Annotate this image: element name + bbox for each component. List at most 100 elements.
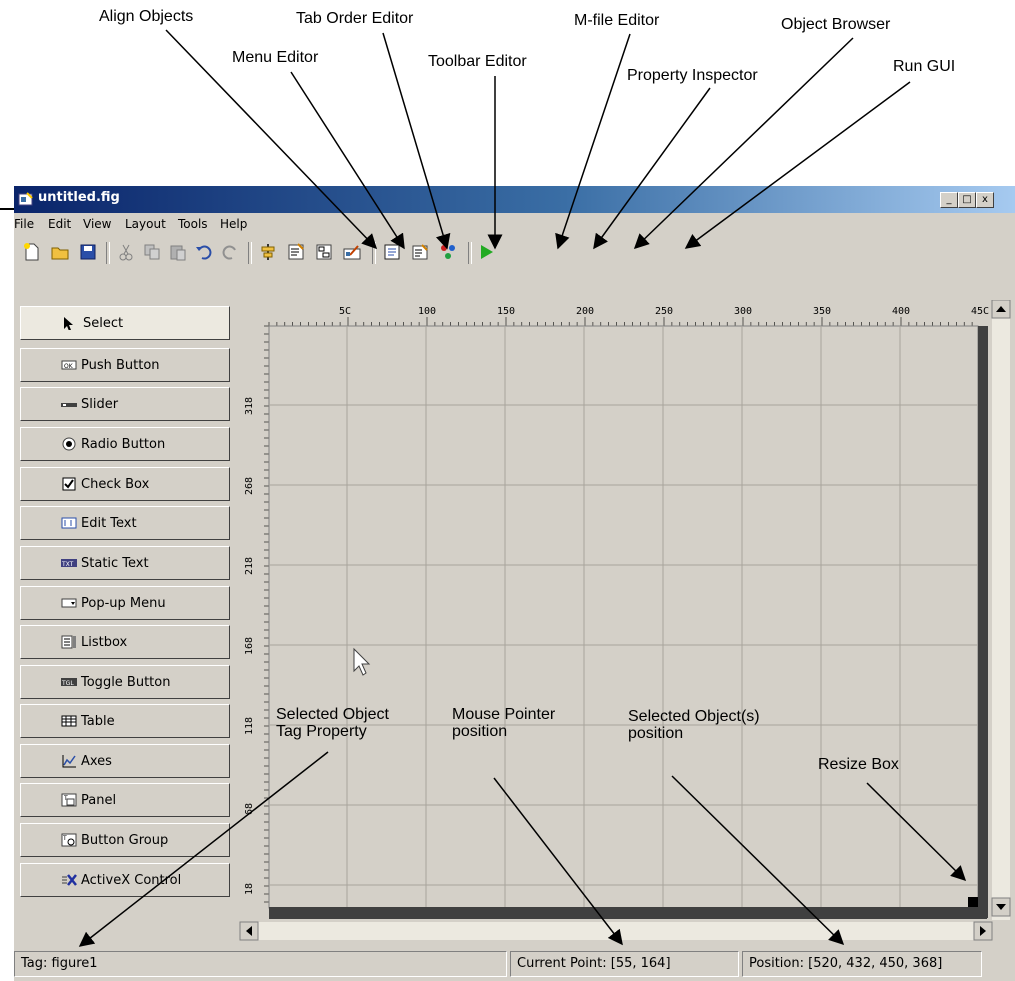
property-inspector-icon[interactable] bbox=[410, 242, 430, 262]
title-bar[interactable]: untitled.fig _ □ x bbox=[14, 186, 1015, 213]
palette-panel-button[interactable]: T Panel bbox=[20, 783, 230, 817]
palette-label: Edit Text bbox=[81, 516, 137, 531]
menu-edit[interactable]: Edit bbox=[48, 217, 71, 231]
svg-text:T: T bbox=[62, 835, 67, 842]
align-objects-icon[interactable] bbox=[258, 242, 278, 262]
palette-axes-button[interactable]: Axes bbox=[20, 744, 230, 778]
top-ruler-label: 5C bbox=[339, 306, 351, 317]
palette-pop-up-menu-button[interactable]: Pop-up Menu bbox=[20, 586, 230, 620]
cut-icon[interactable] bbox=[116, 242, 136, 262]
menu-bar: File Edit View Layout Tools Help bbox=[14, 213, 1015, 235]
menu-view[interactable]: View bbox=[83, 217, 111, 231]
palette-label: Panel bbox=[81, 793, 117, 808]
top-ruler-label: 100 bbox=[418, 306, 436, 317]
static-text-icon: TXT bbox=[61, 559, 77, 568]
toolbar bbox=[14, 236, 1015, 268]
menu-tools[interactable]: Tools bbox=[178, 217, 208, 231]
svg-text:TGL: TGL bbox=[61, 680, 74, 687]
horizontal-scrollbar[interactable] bbox=[240, 922, 992, 940]
palette-label: Slider bbox=[81, 397, 119, 412]
palette-label: Toggle Button bbox=[81, 675, 171, 690]
toggle-icon: TGL bbox=[61, 678, 77, 687]
canvas-bottom-border bbox=[269, 907, 987, 919]
callout-menu-editor: Menu Editor bbox=[232, 49, 319, 66]
new-file-icon[interactable] bbox=[22, 242, 42, 262]
panel-icon: T bbox=[61, 793, 77, 807]
save-icon[interactable] bbox=[78, 242, 98, 262]
ok-button-icon: OK bbox=[61, 360, 77, 370]
palette-toggle-button-button[interactable]: TGL Toggle Button bbox=[20, 665, 230, 699]
minimize-button[interactable]: _ bbox=[940, 192, 958, 208]
callout-line: Selected Object(s) bbox=[628, 708, 760, 725]
object-browser-icon[interactable] bbox=[438, 242, 458, 262]
palette-label: Select bbox=[83, 316, 124, 331]
status-position: Position: [520, 432, 450, 368] bbox=[749, 956, 943, 971]
redo-icon[interactable] bbox=[220, 242, 240, 262]
menu-file[interactable]: File bbox=[14, 217, 34, 231]
listbox-icon bbox=[61, 635, 76, 649]
menu-editor-icon[interactable] bbox=[286, 242, 306, 262]
palette-check-box-button[interactable]: Check Box bbox=[20, 467, 230, 501]
callout-line: position bbox=[452, 723, 508, 740]
copy-icon[interactable] bbox=[142, 242, 162, 262]
palette-activex-control-button[interactable]: ActiveX Control bbox=[20, 863, 230, 897]
button-group-icon: T bbox=[61, 833, 77, 847]
paste-icon[interactable] bbox=[168, 242, 188, 262]
toolbar-editor-icon[interactable] bbox=[342, 242, 362, 262]
vertical-scrollbar[interactable] bbox=[992, 300, 1010, 920]
palette-static-text-button[interactable]: TXT Static Text bbox=[20, 546, 230, 580]
palette-edit-text-button[interactable]: Edit Text bbox=[20, 506, 230, 540]
close-button[interactable]: x bbox=[976, 192, 994, 208]
palette-push-button-button[interactable]: OK Push Button bbox=[20, 348, 230, 382]
undo-icon[interactable] bbox=[194, 242, 214, 262]
palette-label: Listbox bbox=[81, 635, 128, 650]
layout-area: 5C 100 150 200 250 300 350 400 45C 318 268 218 168 1… bbox=[230, 300, 1015, 950]
callout-tab-order-editor: Tab Order Editor bbox=[296, 10, 414, 27]
palette-label: Push Button bbox=[81, 358, 160, 373]
svg-text:TXT: TXT bbox=[61, 561, 74, 568]
m-file-editor-icon[interactable] bbox=[382, 242, 402, 262]
callout-m-file-editor: M-file Editor bbox=[574, 12, 660, 29]
left-ruler-label: 318 bbox=[244, 397, 255, 415]
left-ruler-label: 118 bbox=[244, 717, 255, 735]
resize-box[interactable] bbox=[968, 897, 978, 907]
design-canvas[interactable] bbox=[268, 325, 979, 909]
maximize-button[interactable]: □ bbox=[958, 192, 976, 208]
callout-mouse-pointer-position: Mouse Pointer position bbox=[452, 706, 555, 740]
callout-selected-objects-position: Selected Object(s) position bbox=[628, 708, 760, 742]
slider-icon bbox=[61, 403, 77, 407]
palette-button-group-button[interactable]: T Button Group bbox=[20, 823, 230, 857]
window-title: untitled.fig bbox=[38, 190, 120, 205]
run-gui-icon[interactable] bbox=[476, 242, 496, 262]
callout-line: Mouse Pointer bbox=[452, 706, 556, 723]
top-ruler-label: 250 bbox=[655, 306, 673, 317]
activex-icon bbox=[62, 874, 77, 886]
menu-help[interactable]: Help bbox=[220, 217, 247, 231]
callout-line: Tag Property bbox=[276, 723, 367, 740]
status-tag: Tag: figure1 bbox=[21, 956, 98, 971]
palette-label: Static Text bbox=[81, 556, 149, 571]
status-current-point: Current Point: [55, 164] bbox=[517, 956, 671, 971]
callout-resize-box: Resize Box bbox=[818, 756, 899, 773]
palette-listbox-button[interactable]: Listbox bbox=[20, 625, 230, 659]
edge-dash bbox=[0, 208, 14, 210]
toolbar-separator bbox=[468, 242, 472, 264]
palette-select-button[interactable]: Select bbox=[20, 306, 230, 340]
tab-order-editor-icon[interactable] bbox=[314, 242, 334, 262]
callout-align-objects: Align Objects bbox=[99, 8, 194, 25]
menu-layout[interactable]: Layout bbox=[125, 217, 166, 231]
top-ruler-label: 400 bbox=[892, 306, 910, 317]
edit-text-icon bbox=[61, 517, 77, 529]
top-ruler-label: 350 bbox=[813, 306, 831, 317]
axes-icon bbox=[62, 755, 76, 768]
top-ruler-label: 45C bbox=[971, 306, 989, 317]
toolbar-separator bbox=[106, 242, 110, 264]
open-folder-icon[interactable] bbox=[50, 242, 70, 262]
guide-app-icon bbox=[18, 192, 33, 206]
palette-radio-button-button[interactable]: Radio Button bbox=[20, 427, 230, 461]
callout-selected-object-tag: Selected Object Tag Property bbox=[276, 706, 389, 740]
palette-slider-button[interactable]: Slider bbox=[20, 387, 230, 421]
palette-label: Check Box bbox=[81, 477, 150, 492]
palette-table-button[interactable]: Table bbox=[20, 704, 230, 738]
table-icon bbox=[61, 715, 77, 727]
